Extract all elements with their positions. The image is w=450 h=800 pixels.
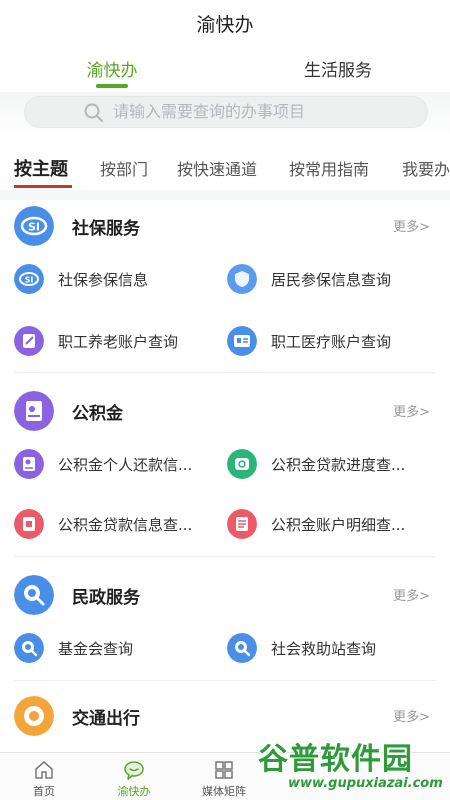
nav-label: 渝快办 <box>117 785 151 798</box>
shield-icon <box>227 264 257 294</box>
service-item-label: 居民参保信息查询 <box>271 271 392 289</box>
section-divider <box>14 680 436 681</box>
social-security-icon: SI <box>14 206 54 246</box>
section-divider <box>14 556 436 557</box>
account-detail-icon <box>227 509 257 539</box>
section-title: 交通出行 <box>72 709 140 729</box>
loan-progress-icon <box>227 449 257 479</box>
service-item-label: 公积金账户明细查... <box>271 516 406 534</box>
service-item-label: 职工医疗账户查询 <box>271 333 392 351</box>
search-area <box>0 92 450 140</box>
grid-icon <box>215 761 233 779</box>
service-item-label: 社保参保信息 <box>58 271 149 289</box>
tab-fast-channel[interactable]: 按快速通道 <box>177 156 257 180</box>
chat-bubble-icon <box>124 761 144 780</box>
document-icon <box>14 449 44 479</box>
tab-yukuaiban[interactable]: 渝快办 <box>47 56 177 81</box>
search-input[interactable] <box>113 97 413 127</box>
watermark-url: www.gupuxiazai.com <box>288 776 443 791</box>
nav-item-home[interactable]: 首页 <box>4 753 84 800</box>
svg-text:SI: SI <box>28 221 40 234</box>
section-divider <box>14 372 436 373</box>
social-security-icon: SI <box>14 264 44 294</box>
id-card-icon <box>227 326 257 356</box>
service-item-label: 公积金个人还款信... <box>58 456 193 474</box>
search-icon <box>84 103 103 122</box>
search-circle-icon <box>14 633 44 663</box>
search-box[interactable] <box>24 96 428 128</box>
more-link[interactable]: 更多> <box>393 706 430 725</box>
section-header-housing-fund: 公积金 更多> <box>0 389 450 439</box>
section-header-civil-affairs: 民政服务 更多> <box>0 573 450 623</box>
service-item-label: 基金会查询 <box>58 640 134 658</box>
more-link[interactable]: 更多> <box>393 401 430 420</box>
tab-common-guide[interactable]: 按常用指南 <box>289 156 369 180</box>
home-icon <box>35 761 53 779</box>
section-header-social-security: SI 社保服务 更多> <box>0 204 450 254</box>
traffic-icon <box>14 696 54 736</box>
watermark-title: 谷普软件园 <box>258 742 413 777</box>
section-title: 民政服务 <box>72 588 140 608</box>
page-title: 渝快办 <box>196 14 254 36</box>
category-tab-indicator <box>14 185 72 188</box>
tab-i-want-to-do[interactable]: 我要办 <box>402 156 450 180</box>
service-item-label: 公积金贷款信息查... <box>58 516 193 534</box>
top-tab-bar: 渝快办 生活服务 <box>0 50 450 92</box>
edit-document-icon <box>14 326 44 356</box>
service-item-label: 社会救助站查询 <box>271 640 377 658</box>
more-link[interactable]: 更多> <box>393 585 430 604</box>
section-title: 公积金 <box>72 404 123 424</box>
loan-info-icon <box>14 509 44 539</box>
nav-label: 首页 <box>33 785 55 798</box>
tab-indicator <box>96 84 128 88</box>
tab-by-theme[interactable]: 按主题 <box>14 155 68 181</box>
nav-item-yukuaiban[interactable]: 渝快办 <box>94 753 174 800</box>
more-link[interactable]: 更多> <box>393 216 430 235</box>
svg-text:SI: SI <box>25 276 34 285</box>
watermark: 谷普软件园 www.gupuxiazai.com <box>248 732 448 800</box>
service-item-label: 职工养老账户查询 <box>58 333 179 351</box>
divider <box>0 190 450 200</box>
tab-by-department[interactable]: 按部门 <box>100 156 148 180</box>
section-title: 社保服务 <box>72 219 140 239</box>
civil-affairs-icon <box>14 575 54 615</box>
service-item-label: 公积金贷款进度查... <box>271 456 406 474</box>
category-tab-bar: 按主题 按部门 按快速通道 按常用指南 我要办 <box>0 150 450 190</box>
tab-life-services[interactable]: 生活服务 <box>273 56 403 81</box>
search-circle-icon <box>227 633 257 663</box>
housing-fund-icon <box>14 391 54 431</box>
